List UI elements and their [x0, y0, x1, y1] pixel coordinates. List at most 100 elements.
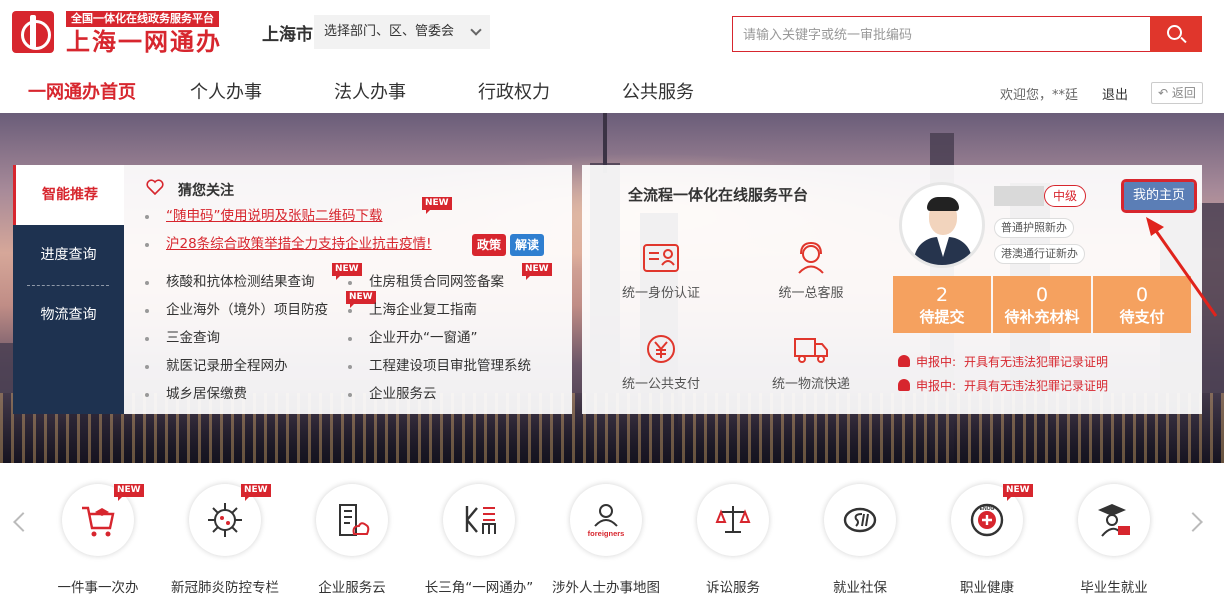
list-item[interactable]: 核酸和抗体检测结果查询: [145, 273, 315, 291]
link-28-policies[interactable]: 沪28条综合政策举措全力支持企业抗击疫情!: [145, 235, 432, 253]
quick-access-item[interactable]: 企业服务云: [288, 484, 416, 596]
social-insurance-icon: [843, 507, 877, 533]
customer-service-icon: [798, 241, 824, 274]
logo-icon[interactable]: [12, 11, 54, 53]
department-select-label: 选择部门、区、管委会: [324, 24, 455, 39]
quick-access-label: 长三角“一网通办”: [424, 580, 534, 596]
stat-label: 待提交: [919, 308, 965, 326]
link-suishen-code[interactable]: “随申码”使用说明及张贴二维码下载: [145, 207, 383, 225]
nav-personal[interactable]: 个人办事: [190, 82, 262, 104]
virus-icon: [208, 503, 242, 537]
id-card-icon: [643, 244, 679, 272]
stat-to-submit[interactable]: 2 待提交: [893, 276, 991, 333]
foreigners-text: foreigners: [588, 529, 625, 538]
quick-access-item[interactable]: 诉讼服务: [669, 484, 797, 596]
health-logo-text: ENOG: [980, 506, 995, 512]
list-item[interactable]: 企业开办“一窗通”: [348, 329, 478, 347]
nav-home[interactable]: 一网通办首页: [28, 82, 136, 104]
tab-logistics-query[interactable]: 物流查询: [13, 285, 124, 345]
yangtze-delta-icon: [465, 506, 496, 534]
list-item[interactable]: 上海企业复工指南: [348, 301, 477, 319]
recommend-panel: 猜您关注 “随申码”使用说明及张贴二维码下载 NEW 沪28条综合政策举措全力支…: [124, 165, 572, 414]
service-customer[interactable]: 统一总客服: [756, 240, 866, 301]
site-header: 全国一体化在线政务服务平台 上海一网通办 上海市 选择部门、区、管委会: [0, 0, 1224, 66]
service-tag[interactable]: 港澳通行证新办: [994, 244, 1085, 264]
nav-admin-power[interactable]: 行政权力: [478, 82, 550, 104]
service-tag[interactable]: 普通护照新办: [994, 218, 1074, 238]
quick-access-item[interactable]: NEW 一件事一次办: [34, 484, 162, 596]
policy-tag[interactable]: 政策: [472, 234, 507, 256]
platform-panel: 全流程一体化在线服务平台 统一身份认证 统一总客服 统一公共支付 统一物流快递 …: [582, 165, 1202, 414]
service-label: 统一总客服: [778, 286, 844, 301]
foreigners-icon: foreigners: [588, 504, 625, 538]
application-alert[interactable]: 申报中: 开具有无违法犯罪记录证明: [898, 378, 1108, 394]
quick-access-label: 一件事一次办: [57, 580, 139, 596]
back-button[interactable]: ↶ 返回: [1151, 82, 1203, 104]
list-item[interactable]: 企业服务云: [348, 385, 437, 403]
quick-access-item[interactable]: 就业社保: [796, 484, 924, 596]
new-badge: NEW: [241, 484, 271, 501]
service-label: 统一物流快递: [771, 377, 850, 392]
new-badge: NEW: [422, 197, 452, 214]
service-label: 统一身份认证: [621, 286, 700, 301]
side-tabs: 智能推荐 进度查询 物流查询: [13, 165, 124, 414]
quick-access-item[interactable]: NEW 新冠肺炎防控专栏: [161, 484, 289, 596]
heart-icon: [146, 179, 164, 195]
application-alert[interactable]: 申报中: 开具有无违法犯罪记录证明: [898, 354, 1108, 370]
list-item[interactable]: 住房租赁合同网签备案: [348, 273, 504, 291]
stat-to-pay[interactable]: 0 待支付: [1093, 276, 1191, 333]
quick-access-label: 诉讼服务: [706, 580, 760, 596]
nav-public-service[interactable]: 公共服务: [622, 82, 694, 104]
new-badge: NEW: [332, 263, 362, 280]
shopping-cart-icon: [82, 506, 115, 537]
building-cloud-icon: [339, 504, 370, 536]
carousel-prev-icon[interactable]: [13, 512, 33, 532]
stat-label: 待补充材料: [1004, 308, 1080, 326]
bell-icon: [898, 379, 910, 391]
main-nav: 一网通办首页 个人办事 法人办事 行政权力 公共服务 欢迎您，**廷 退出 ↶ …: [0, 74, 1224, 112]
list-item[interactable]: 工程建设项目审批管理系统: [348, 357, 531, 375]
search-button[interactable]: [1150, 16, 1202, 52]
list-item[interactable]: 城乡居保缴费: [145, 385, 247, 403]
delivery-truck-icon: [794, 338, 828, 363]
list-item[interactable]: 就医记录册全程网办: [145, 357, 288, 375]
quick-access-item[interactable]: 毕业生就业: [1050, 484, 1178, 596]
new-badge: NEW: [1003, 484, 1033, 501]
service-delivery[interactable]: 统一物流快递: [756, 331, 866, 392]
quick-access-label: 毕业生就业: [1080, 580, 1148, 596]
user-name-masked: [994, 186, 1044, 206]
stat-label: 待支付: [1119, 308, 1165, 326]
avatar[interactable]: [899, 182, 985, 268]
welcome-text: 欢迎您，**廷: [1000, 88, 1079, 103]
logo-title[interactable]: 上海一网通办: [66, 28, 222, 56]
occupational-health-icon: ENOG: [970, 503, 1004, 537]
service-identity[interactable]: 统一身份认证: [606, 240, 716, 301]
search-input[interactable]: [732, 16, 1152, 52]
explain-tag[interactable]: 解读: [510, 234, 545, 256]
list-item[interactable]: 企业海外（境外）项目防疫: [145, 301, 328, 319]
service-payment[interactable]: 统一公共支付: [606, 331, 716, 392]
nav-legal-entity[interactable]: 法人办事: [334, 82, 406, 104]
department-select[interactable]: 选择部门、区、管委会: [314, 15, 490, 49]
stat-count: 0: [1135, 284, 1149, 306]
tab-progress-query[interactable]: 进度查询: [13, 225, 124, 285]
user-level-badge: 中级: [1044, 185, 1086, 207]
logo-tagline: 全国一体化在线政务服务平台: [66, 11, 219, 27]
quick-access-item[interactable]: foreigners 涉外人士办事地图: [542, 484, 670, 596]
payment-icon: [647, 335, 675, 363]
quick-access-label: 新冠肺炎防控专栏: [171, 580, 279, 596]
stat-to-supplement[interactable]: 0 待补充材料: [993, 276, 1091, 333]
logout-link[interactable]: 退出: [1102, 84, 1128, 103]
list-item[interactable]: 三金查询: [145, 329, 220, 347]
scales-icon: [715, 506, 751, 533]
alert-status: 申报中:: [916, 355, 957, 369]
my-home-button[interactable]: 我的主页: [1121, 179, 1197, 213]
quick-access-item[interactable]: ENOG NEW 职业健康: [923, 484, 1051, 596]
graduate-icon: [1098, 504, 1130, 537]
carousel-next-icon[interactable]: [1183, 512, 1203, 532]
chevron-down-icon: [470, 24, 482, 36]
tab-smart-recommend[interactable]: 智能推荐: [13, 165, 124, 225]
quick-access-item[interactable]: 长三角“一网通办”: [415, 484, 543, 596]
quick-access-label: 职业健康: [960, 580, 1014, 596]
quick-access-label: 涉外人士办事地图: [552, 580, 660, 596]
